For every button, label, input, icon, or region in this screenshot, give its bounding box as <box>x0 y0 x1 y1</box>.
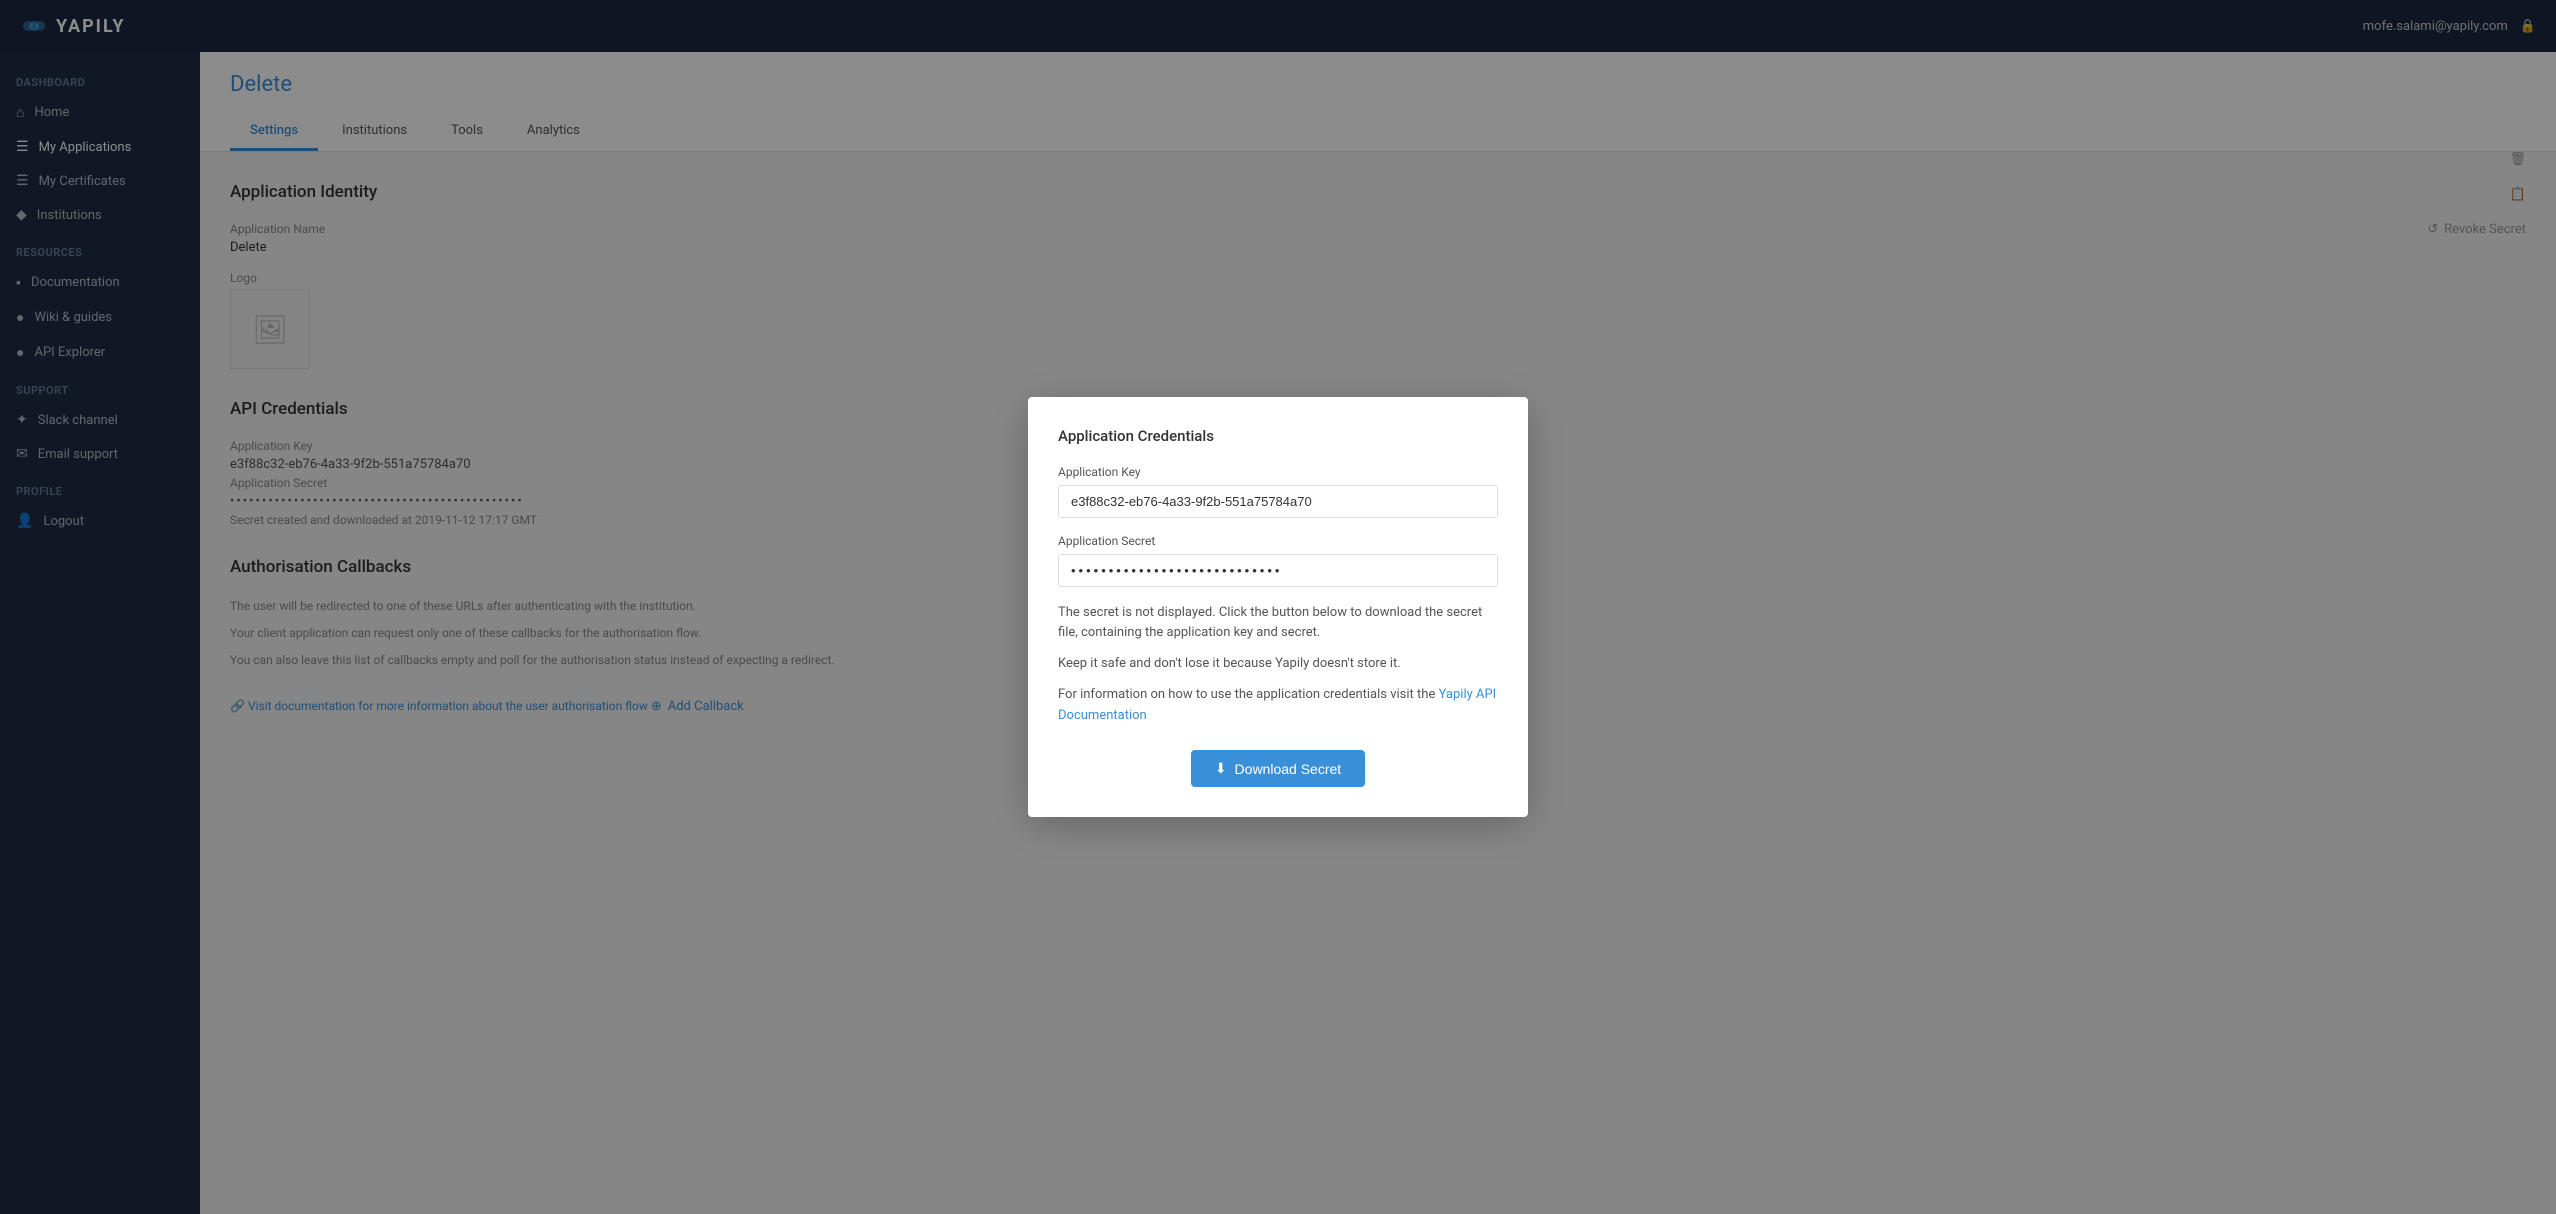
download-btn-label: Download Secret <box>1235 761 1342 777</box>
modal-key-label: Application Key <box>1058 465 1498 479</box>
modal-overlay[interactable]: Application Credentials Application Key … <box>0 0 2556 1214</box>
download-secret-button[interactable]: ⬇ Download Secret <box>1191 750 1365 787</box>
modal-secret-input[interactable] <box>1058 554 1498 587</box>
modal-key-input[interactable] <box>1058 485 1498 518</box>
modal-info-3-text: For information on how to use the applic… <box>1058 687 1439 702</box>
modal-info-2: Keep it safe and don't lose it because Y… <box>1058 654 1498 675</box>
modal-title: Application Credentials <box>1058 427 1498 445</box>
modal-actions: ⬇ Download Secret <box>1058 750 1498 787</box>
modal-info-3: For information on how to use the applic… <box>1058 685 1498 727</box>
modal-secret-label: Application Secret <box>1058 534 1498 548</box>
download-icon: ⬇ <box>1215 760 1227 777</box>
modal-info-1: The secret is not displayed. Click the b… <box>1058 603 1498 645</box>
modal: Application Credentials Application Key … <box>1028 397 1528 818</box>
